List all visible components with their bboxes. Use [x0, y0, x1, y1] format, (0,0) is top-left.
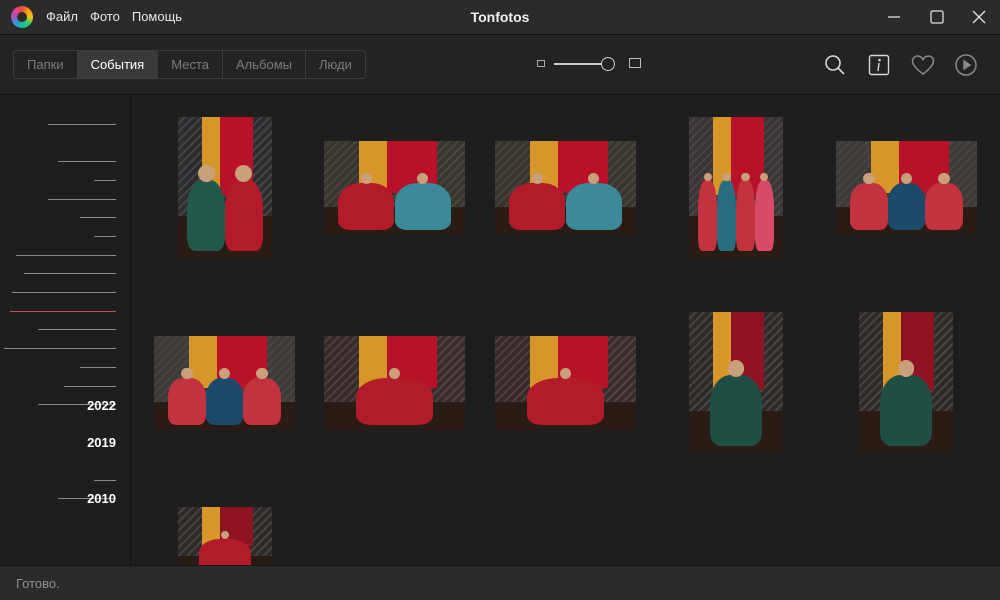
photo-figure: [754, 180, 774, 251]
timeline-tick[interactable]: [48, 124, 116, 125]
photo-figure-head: [197, 165, 215, 183]
photo-thumbnail[interactable]: [495, 141, 636, 235]
tab-places[interactable]: Места: [158, 51, 223, 78]
timeline-tick[interactable]: [48, 199, 116, 200]
tab-albums[interactable]: Альбомы: [223, 51, 306, 78]
close-icon: [972, 10, 986, 24]
photo-thumbnail[interactable]: [154, 336, 295, 430]
timeline-tick[interactable]: [38, 329, 116, 330]
favorite-button[interactable]: [910, 52, 936, 78]
maximize-button[interactable]: [916, 0, 958, 34]
photo-figure: [225, 180, 263, 251]
photo-figure: [205, 378, 244, 426]
photo-figure-head: [938, 173, 950, 185]
status-bar: Готово.: [0, 565, 1000, 600]
photo-figure: [850, 183, 888, 231]
minimize-button[interactable]: [873, 0, 915, 34]
photo-grid: [132, 96, 1000, 565]
timeline-tick[interactable]: [94, 236, 116, 237]
photo-figure: [736, 180, 755, 251]
menu-photo[interactable]: Фото: [90, 9, 120, 24]
timeline-tick[interactable]: [4, 348, 116, 349]
timeline-tick[interactable]: [24, 273, 116, 274]
maximize-icon: [930, 10, 944, 24]
photo-figure: [710, 375, 762, 446]
photo-figure: [698, 180, 718, 251]
toolbar: Папки События Места Альбомы Люди: [0, 35, 1000, 95]
menu-help[interactable]: Помощь: [132, 9, 182, 24]
photo-figure: [394, 183, 451, 231]
play-icon: [955, 54, 977, 76]
photo-thumbnail[interactable]: [178, 117, 272, 258]
info-button[interactable]: [866, 52, 892, 78]
timeline-year[interactable]: 2022: [87, 398, 116, 413]
timeline-sidebar[interactable]: 2022 2019 2010: [0, 96, 131, 565]
photo-thumbnail[interactable]: [324, 141, 465, 235]
large-thumbnail-icon: [629, 58, 641, 68]
minimize-icon: [888, 16, 900, 18]
photo-thumbnail[interactable]: [859, 312, 953, 453]
photo-figure: [187, 180, 225, 251]
timeline-year[interactable]: 2019: [87, 435, 116, 450]
timeline-tick[interactable]: [94, 180, 116, 181]
photo-thumbnail[interactable]: [495, 336, 636, 430]
photo-figure: [565, 183, 622, 231]
status-text: Готово.: [16, 576, 60, 591]
zoom-slider-handle[interactable]: [601, 57, 615, 71]
photo-thumbnail[interactable]: [689, 117, 783, 258]
close-button[interactable]: [958, 0, 1000, 34]
slideshow-button[interactable]: [953, 52, 979, 78]
search-button[interactable]: [822, 52, 848, 78]
timeline-tick[interactable]: [12, 292, 116, 293]
photo-figure-head: [722, 172, 731, 182]
tab-people[interactable]: Люди: [306, 51, 365, 78]
photo-figure: [717, 180, 736, 251]
small-thumbnail-icon: [537, 60, 545, 67]
title-bar: Файл Фото Помощь Tonfotos: [0, 0, 1000, 35]
tab-folders[interactable]: Папки: [14, 51, 78, 78]
photo-figure: [199, 538, 251, 565]
photo-figure: [168, 378, 206, 426]
photo-figure: [880, 375, 932, 446]
app-logo-icon: [11, 6, 33, 28]
photo-figure-head: [256, 368, 268, 380]
timeline-tick[interactable]: [80, 367, 116, 368]
photo-figure: [355, 378, 434, 426]
timeline-tick[interactable]: [58, 161, 116, 162]
menu-file[interactable]: Файл: [46, 9, 78, 24]
photo-figure-head: [863, 173, 875, 185]
photo-figure: [509, 183, 566, 231]
timeline-current-marker[interactable]: [10, 311, 116, 312]
search-icon: [825, 55, 845, 75]
photo-figure: [925, 183, 963, 231]
photo-thumbnail[interactable]: [178, 507, 272, 565]
timeline-tick[interactable]: [64, 386, 116, 387]
photo-figure: [887, 183, 926, 231]
photo-figure-head: [741, 172, 750, 182]
photo-figure: [243, 378, 281, 426]
photo-thumbnail[interactable]: [324, 336, 465, 430]
photo-figure: [338, 183, 395, 231]
tab-events[interactable]: События: [77, 51, 159, 78]
timeline-tick[interactable]: [16, 255, 116, 256]
photo-thumbnail[interactable]: [836, 141, 977, 235]
photo-figure-head: [181, 368, 193, 380]
info-icon: [868, 54, 890, 76]
photo-thumbnail[interactable]: [689, 312, 783, 453]
menu-bar: Файл Фото Помощь: [46, 9, 182, 24]
view-tabs: Папки События Места Альбомы Люди: [13, 50, 366, 79]
timeline-tick[interactable]: [80, 217, 116, 218]
heart-icon: [911, 55, 935, 75]
photo-figure: [526, 378, 605, 426]
timeline-tick[interactable]: [94, 480, 116, 481]
timeline-year[interactable]: 2010: [87, 491, 116, 506]
